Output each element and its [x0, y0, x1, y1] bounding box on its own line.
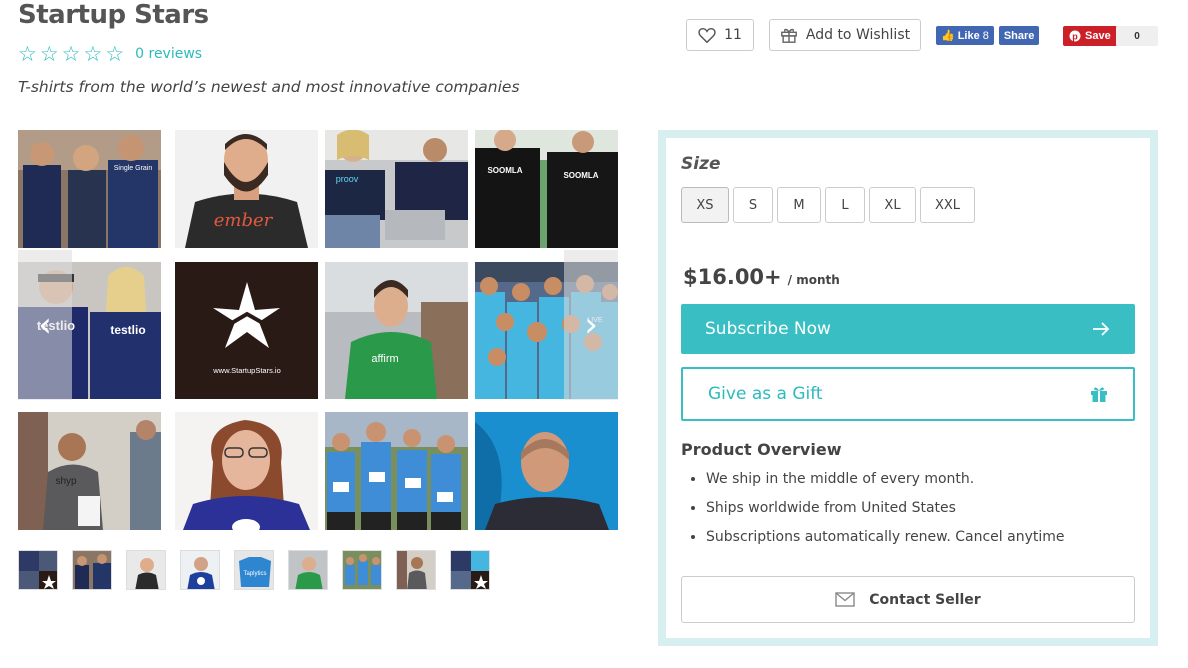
svg-text:SOOMLA: SOOMLA: [487, 166, 522, 175]
star-icon[interactable]: ☆: [18, 43, 37, 65]
svg-text:ember: ember: [214, 210, 274, 231]
svg-text:p: p: [1072, 32, 1078, 42]
tile-man-blue-bg[interactable]: [475, 412, 618, 530]
pinterest-save-button[interactable]: p Save: [1063, 26, 1117, 46]
product-overview-list: We ship in the middle of every month. Sh…: [706, 469, 1064, 556]
star-icon[interactable]: ☆: [83, 43, 102, 65]
price-value: $16.00+: [683, 265, 782, 289]
list-item: Subscriptions automatically renew. Cance…: [706, 527, 1064, 556]
list-item: Ships worldwide from United States: [706, 498, 1064, 527]
tile-startupstars-logo[interactable]: www.StartupStars.io: [175, 262, 318, 399]
pin-label: Save: [1085, 30, 1111, 42]
thumbs-up-icon: 👍: [941, 30, 955, 42]
thumbnail[interactable]: [288, 550, 328, 590]
svg-text:www.StartupStars.io: www.StartupStars.io: [212, 366, 281, 375]
reviews-link[interactable]: 0 reviews: [135, 46, 202, 62]
svg-text:testlio: testlio: [110, 323, 145, 337]
tile-single-grain[interactable]: Single Grain: [18, 130, 161, 248]
svg-text:affirm: affirm: [371, 353, 398, 365]
heart-icon: [698, 27, 716, 43]
size-option-m[interactable]: M: [777, 187, 821, 223]
tile-woman-smiling[interactable]: [175, 412, 318, 530]
thumbnail[interactable]: [450, 550, 490, 590]
gift-icon: [780, 28, 797, 43]
purchase-panel: Size XS S M L XL XXL $16.00+ / month Sub…: [658, 130, 1158, 646]
star-icon[interactable]: ☆: [40, 43, 59, 65]
size-options: XS S M L XL XXL: [681, 187, 975, 223]
list-item: We ship in the middle of every month.: [706, 469, 1064, 498]
thumbnail[interactable]: [396, 550, 436, 590]
svg-text:proov: proov: [336, 174, 359, 184]
thumbnail[interactable]: [18, 550, 58, 590]
svg-text:Single Grain: Single Grain: [114, 165, 153, 172]
subscribe-label: Subscribe Now: [705, 319, 831, 339]
price: $16.00+ / month: [683, 265, 840, 289]
svg-text:SOOMLA: SOOMLA: [563, 171, 598, 180]
gift-label: Give as a Gift: [708, 384, 823, 404]
fb-like-count: 8: [982, 29, 989, 42]
wishlist-label: Add to Wishlist: [805, 27, 911, 43]
pin-count: 0: [1116, 26, 1158, 46]
size-option-s[interactable]: S: [733, 187, 773, 223]
size-option-xl[interactable]: XL: [869, 187, 916, 223]
svg-text:shyp: shyp: [55, 476, 77, 487]
contact-seller-button[interactable]: Contact Seller: [681, 576, 1135, 623]
add-to-wishlist-button[interactable]: Add to Wishlist: [769, 19, 921, 51]
image-gallery[interactable]: Single Grain ember proov SOOMLA SOOMLA t…: [18, 130, 618, 530]
facebook-buttons: 👍 Like 8 Share: [936, 26, 1040, 45]
fb-like-label: Like: [957, 29, 980, 42]
pinterest-icon: p: [1069, 30, 1081, 42]
tile-shyp[interactable]: shyp: [18, 412, 161, 530]
arrow-right-icon: [1093, 322, 1110, 336]
gallery-prev-arrow[interactable]: ‹: [18, 250, 72, 400]
thumbnail-strip: Taplytics: [18, 550, 490, 590]
give-as-gift-button[interactable]: Give as a Gift: [681, 367, 1135, 421]
gift-icon: [1091, 387, 1107, 402]
facebook-like-button[interactable]: 👍 Like 8: [936, 26, 994, 45]
thumbnail[interactable]: Taplytics: [234, 550, 274, 590]
size-option-xs[interactable]: XS: [681, 187, 729, 223]
fb-share-label: Share: [1003, 29, 1035, 42]
like-button[interactable]: 11: [686, 19, 754, 51]
subscribe-button[interactable]: Subscribe Now: [681, 304, 1135, 354]
facebook-share-button[interactable]: Share: [998, 26, 1040, 45]
star-icon[interactable]: ☆: [105, 43, 124, 65]
tile-race-group[interactable]: [325, 412, 468, 530]
price-period: / month: [787, 273, 840, 287]
size-option-l[interactable]: L: [825, 187, 865, 223]
product-title: Startup Stars: [18, 0, 209, 30]
envelope-icon: [835, 592, 855, 607]
product-overview-title: Product Overview: [681, 440, 842, 459]
star-icon[interactable]: ☆: [62, 43, 81, 65]
product-tagline: T-shirts from the world’s newest and mos…: [18, 78, 520, 96]
thumbnail[interactable]: [72, 550, 112, 590]
tile-ember[interactable]: ember: [175, 130, 318, 248]
thumbnail[interactable]: [180, 550, 220, 590]
contact-seller-label: Contact Seller: [869, 591, 981, 608]
like-count: 11: [724, 27, 742, 43]
rating[interactable]: ☆ ☆ ☆ ☆ ☆ 0 reviews: [18, 43, 202, 65]
thumbnail[interactable]: [126, 550, 166, 590]
svg-text:Taplytics: Taplytics: [243, 571, 266, 577]
gallery-next-arrow[interactable]: ›: [564, 250, 618, 400]
size-option-xxl[interactable]: XXL: [920, 187, 975, 223]
tile-affirm[interactable]: affirm: [325, 262, 468, 399]
thumbnail[interactable]: [342, 550, 382, 590]
tile-soomla[interactable]: SOOMLA SOOMLA: [475, 130, 618, 248]
tile-proov[interactable]: proov: [325, 130, 468, 248]
size-label: Size: [681, 154, 721, 174]
